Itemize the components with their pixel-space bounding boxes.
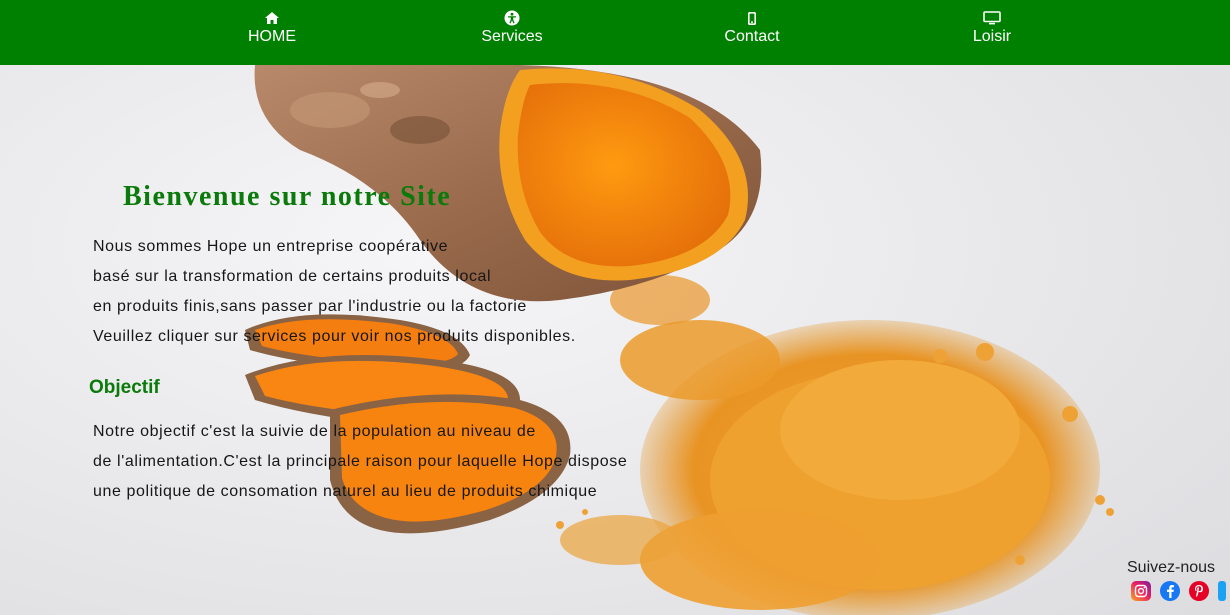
nav-label-services: Services	[481, 28, 543, 45]
objective-paragraph: Notre objectif c'est la suivie de la pop…	[93, 417, 627, 507]
twitter-icon[interactable]	[1218, 581, 1226, 601]
intro-paragraph: Nous sommes Hope un entreprise coopérati…	[93, 232, 576, 352]
intro-line: basé sur la transformation de certains p…	[93, 268, 492, 285]
social-icons	[1131, 581, 1226, 601]
instagram-icon[interactable]	[1131, 581, 1151, 601]
monitor-icon	[983, 10, 1001, 26]
objective-heading: Objectif	[89, 377, 160, 398]
nav-item-services[interactable]: Services	[452, 10, 572, 47]
top-navbar: HOME Services Contact Loisir	[0, 0, 1230, 65]
mobile-phone-icon	[748, 10, 756, 26]
nav-item-contact[interactable]: Contact	[692, 10, 812, 47]
nav-label-loisir: Loisir	[972, 28, 1012, 45]
social-title: Suivez-nous	[1127, 559, 1216, 576]
nav-item-home[interactable]: HOME	[212, 10, 332, 47]
accessibility-icon	[504, 10, 520, 26]
nav-item-loisir[interactable]: Loisir	[932, 10, 1052, 47]
intro-line: en produits finis,sans passer par l'indu…	[93, 298, 527, 315]
facebook-icon[interactable]	[1160, 581, 1180, 601]
nav-label-contact: Contact	[724, 28, 780, 45]
nav-label-home: HOME	[248, 28, 296, 45]
intro-line: Nous sommes Hope un entreprise coopérati…	[93, 238, 449, 255]
objective-line: de l'alimentation.C'est la principale ra…	[93, 453, 628, 470]
home-icon	[265, 10, 279, 26]
page-title: Bienvenue sur notre Site	[123, 181, 452, 212]
pinterest-icon[interactable]	[1189, 581, 1209, 601]
objective-line: une politique de consomation naturel au …	[93, 483, 598, 500]
intro-line: Veuillez cliquer sur services pour voir …	[93, 328, 576, 345]
objective-line: Notre objectif c'est la suivie de la pop…	[93, 423, 536, 440]
